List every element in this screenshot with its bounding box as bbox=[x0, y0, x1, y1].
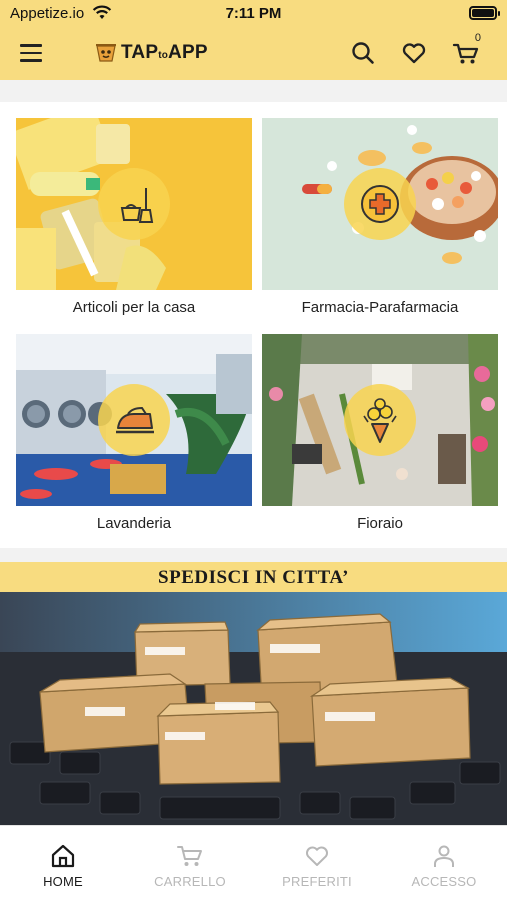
boxes-on-laptop-photo bbox=[0, 592, 507, 825]
category-image bbox=[16, 334, 252, 506]
menu-line-icon bbox=[20, 44, 42, 47]
header-spacer bbox=[0, 80, 507, 102]
pharmacy-cross-icon bbox=[361, 185, 399, 223]
banner-title: SPEDISCI IN CITTA’ bbox=[0, 562, 507, 592]
logo-mascot-icon bbox=[96, 44, 116, 62]
battery-icon bbox=[469, 6, 500, 20]
logo-to: to bbox=[158, 50, 169, 61]
home-icon bbox=[51, 844, 75, 868]
category-farmacia[interactable]: Farmacia-Parafarmacia bbox=[262, 118, 498, 316]
status-bar: Appetize.io 7:11 PM bbox=[0, 0, 507, 28]
bottom-tab-bar: HOME CARRELLO PREFERITI ACCESSO bbox=[0, 825, 507, 900]
cleaning-icon bbox=[120, 188, 154, 223]
shipping-banner[interactable]: SPEDISCI IN CITTA’ bbox=[0, 562, 507, 825]
heart-icon bbox=[306, 846, 328, 866]
category-label: Fioraio bbox=[357, 515, 403, 532]
badge-circle bbox=[344, 384, 416, 456]
user-icon bbox=[434, 845, 454, 867]
tab-label: CARRELLO bbox=[154, 874, 226, 889]
logo-text: TAP to APP bbox=[121, 42, 208, 64]
logo-tap: TAP bbox=[121, 42, 159, 63]
iron-icon bbox=[116, 406, 154, 434]
tab-accesso[interactable]: ACCESSO bbox=[381, 826, 507, 900]
tab-carrello[interactable]: CARRELLO bbox=[127, 826, 253, 900]
tab-home[interactable]: HOME bbox=[0, 826, 126, 900]
tab-preferiti[interactable]: PREFERITI bbox=[254, 826, 380, 900]
category-label: Lavanderia bbox=[96, 515, 172, 532]
menu-button[interactable] bbox=[20, 44, 42, 62]
search-icon[interactable] bbox=[351, 40, 375, 66]
category-lavanderia[interactable]: Lavanderia bbox=[16, 334, 252, 532]
favorites-heart-icon[interactable] bbox=[401, 40, 427, 66]
category-image bbox=[16, 118, 252, 290]
app-logo: TAP to APP bbox=[94, 40, 208, 66]
tab-label: HOME bbox=[43, 874, 83, 889]
logo-app: APP bbox=[168, 42, 208, 63]
badge-circle bbox=[344, 168, 416, 240]
category-image bbox=[262, 118, 498, 290]
tab-label: PREFERITI bbox=[282, 874, 352, 889]
badge-circle bbox=[98, 168, 170, 240]
category-label: Farmacia-Parafarmacia bbox=[301, 299, 459, 316]
category-image bbox=[262, 334, 498, 506]
badge-circle bbox=[98, 384, 170, 456]
tab-label: ACCESSO bbox=[411, 874, 477, 889]
category-label: Articoli per la casa bbox=[72, 299, 196, 316]
category-fioraio[interactable]: Fioraio bbox=[262, 334, 498, 532]
menu-line-icon bbox=[20, 59, 42, 62]
category-articoli-casa[interactable]: Articoli per la casa bbox=[16, 118, 252, 316]
flower-bouquet-icon bbox=[363, 398, 397, 443]
cart-count-badge: 0 bbox=[474, 32, 481, 44]
section-divider bbox=[0, 548, 507, 562]
cart-icon bbox=[177, 846, 202, 866]
status-time: 7:11 PM bbox=[225, 5, 282, 22]
app-header: TAP to APP 0 bbox=[0, 28, 507, 80]
menu-line-icon bbox=[20, 51, 42, 54]
top-bar: Appetize.io 7:11 PM TAP to APP 0 bbox=[0, 0, 507, 80]
